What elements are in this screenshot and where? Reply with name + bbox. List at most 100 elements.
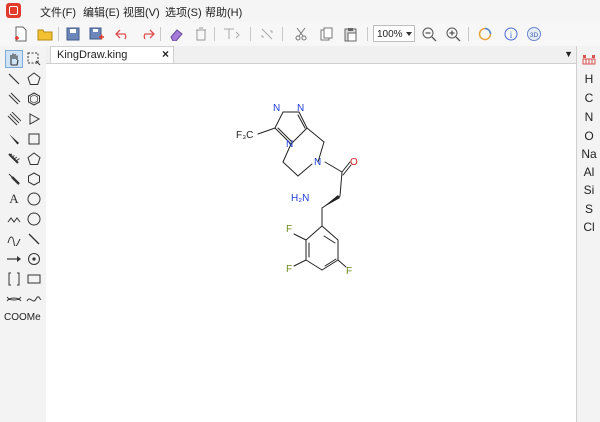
paste-icon[interactable]: [342, 25, 360, 43]
bond: [282, 161, 299, 177]
hexagon-ring-icon[interactable]: [25, 170, 43, 188]
wedge-bond: [322, 195, 340, 208]
zoom-out-icon[interactable]: [420, 25, 438, 43]
new-icon[interactable]: [12, 25, 30, 43]
chevron-down-icon: [406, 32, 412, 36]
text-tool-icon[interactable]: A: [5, 190, 23, 208]
element-panel: H C N O Na Al Si S Cl: [576, 46, 600, 422]
redo-icon[interactable]: [138, 25, 156, 43]
element-hydrogen[interactable]: H: [577, 72, 600, 86]
tab-menu-icon[interactable]: ▼: [564, 49, 573, 59]
bond: [306, 127, 325, 143]
bond: [257, 127, 276, 135]
heptagon-ring-icon[interactable]: [25, 190, 43, 208]
3d-icon[interactable]: 3D: [525, 25, 543, 43]
wave-icon[interactable]: [25, 290, 43, 308]
color-ring-icon[interactable]: [476, 25, 494, 43]
atom-label: F: [286, 224, 292, 235]
eraser-icon[interactable]: [167, 25, 185, 43]
menu-edit[interactable]: 编辑(E): [83, 4, 120, 20]
orbital-icon[interactable]: [5, 290, 23, 308]
toolbar: 100% i 3D: [0, 22, 600, 47]
atom-label: N: [297, 103, 304, 114]
line-icon[interactable]: [25, 230, 43, 248]
hand-tool-icon[interactable]: [5, 50, 23, 68]
bond: [297, 163, 313, 177]
app-logo: [6, 3, 21, 18]
element-chlorine[interactable]: Cl: [577, 220, 600, 234]
bond: [305, 225, 323, 241]
bond: [305, 259, 323, 271]
pentagon-ring-2-icon[interactable]: [25, 150, 43, 168]
atom-label: N: [286, 139, 293, 150]
molecule-structure: N N N N H₂N F₃C O F F F: [236, 103, 358, 277]
bond: [321, 225, 339, 241]
tool-palette: A COOMe: [0, 46, 47, 422]
chain-icon[interactable]: [5, 210, 23, 228]
wedge-bond-icon[interactable]: [5, 130, 23, 148]
svg-text:3D: 3D: [530, 32, 539, 39]
coome-template-button[interactable]: COOMe: [4, 312, 41, 323]
bond: [274, 111, 284, 129]
atom-label: F: [286, 264, 292, 275]
atom-label: O: [350, 157, 358, 168]
document-tab-title: KingDraw.king: [57, 49, 128, 61]
cut-icon[interactable]: [292, 25, 310, 43]
element-oxygen[interactable]: O: [577, 129, 600, 143]
pentagon-ring-icon[interactable]: [25, 70, 43, 88]
periodic-table-icon[interactable]: [577, 54, 600, 69]
curve-icon[interactable]: [5, 230, 23, 248]
info-icon[interactable]: i: [502, 25, 520, 43]
bond: [324, 161, 343, 173]
triple-bond-icon[interactable]: [5, 110, 23, 128]
lasso-select-icon[interactable]: [25, 50, 43, 68]
save-as-icon[interactable]: [88, 25, 106, 43]
element-aluminium[interactable]: Al: [577, 165, 600, 179]
menu-options[interactable]: 选项(S): [165, 4, 202, 20]
element-silicon[interactable]: Si: [577, 183, 600, 197]
save-icon[interactable]: [64, 25, 82, 43]
document-tab[interactable]: KingDraw.king ×: [50, 46, 174, 63]
document-tab-bar: KingDraw.king × ▼: [46, 46, 576, 64]
double-bond-icon[interactable]: [5, 90, 23, 108]
open-icon[interactable]: [36, 25, 54, 43]
rectangle-icon[interactable]: [25, 270, 43, 288]
menu-bar: 文件(F) 编辑(E) 视图(V) 选项(S) 帮助(H): [0, 0, 600, 23]
atom-label: F: [346, 266, 352, 277]
element-carbon[interactable]: C: [577, 91, 600, 105]
zoom-select[interactable]: 100%: [373, 25, 415, 42]
element-nitrogen[interactable]: N: [577, 110, 600, 124]
undo-icon[interactable]: [114, 25, 132, 43]
align-icon[interactable]: [222, 25, 240, 43]
close-icon[interactable]: ×: [162, 47, 169, 61]
bracket-icon[interactable]: [5, 270, 23, 288]
zoom-in-icon[interactable]: [444, 25, 462, 43]
benzene-ring-icon[interactable]: [25, 90, 43, 108]
hash-bond-icon[interactable]: [5, 150, 23, 168]
circle-icon[interactable]: [25, 210, 43, 228]
flip-icon[interactable]: [258, 25, 276, 43]
bond: [337, 259, 347, 268]
atom-label: F₃C: [236, 130, 253, 141]
triangle-ring-icon[interactable]: [25, 110, 43, 128]
bond: [339, 171, 343, 197]
zoom-value: 100%: [377, 29, 403, 40]
single-bond-icon[interactable]: [5, 70, 23, 88]
copy-icon[interactable]: [318, 25, 336, 43]
bold-bond-icon[interactable]: [5, 170, 23, 188]
menu-view[interactable]: 视图(V): [123, 4, 160, 20]
atom-label: H₂N: [291, 193, 309, 204]
square-ring-icon[interactable]: [25, 130, 43, 148]
arrow-icon[interactable]: [5, 250, 23, 268]
element-sulfur[interactable]: S: [577, 202, 600, 216]
element-sodium[interactable]: Na: [577, 147, 600, 161]
bond: [290, 127, 308, 145]
delete-icon[interactable]: [192, 25, 210, 43]
atom-label: N: [273, 103, 280, 114]
radical-icon[interactable]: [25, 250, 43, 268]
svg-text:i: i: [510, 30, 513, 40]
drawing-canvas[interactable]: N N N N H₂N F₃C O F F F: [46, 64, 576, 422]
menu-help[interactable]: 帮助(H): [205, 4, 242, 20]
menu-file[interactable]: 文件(F): [40, 4, 76, 20]
bond: [321, 259, 339, 271]
